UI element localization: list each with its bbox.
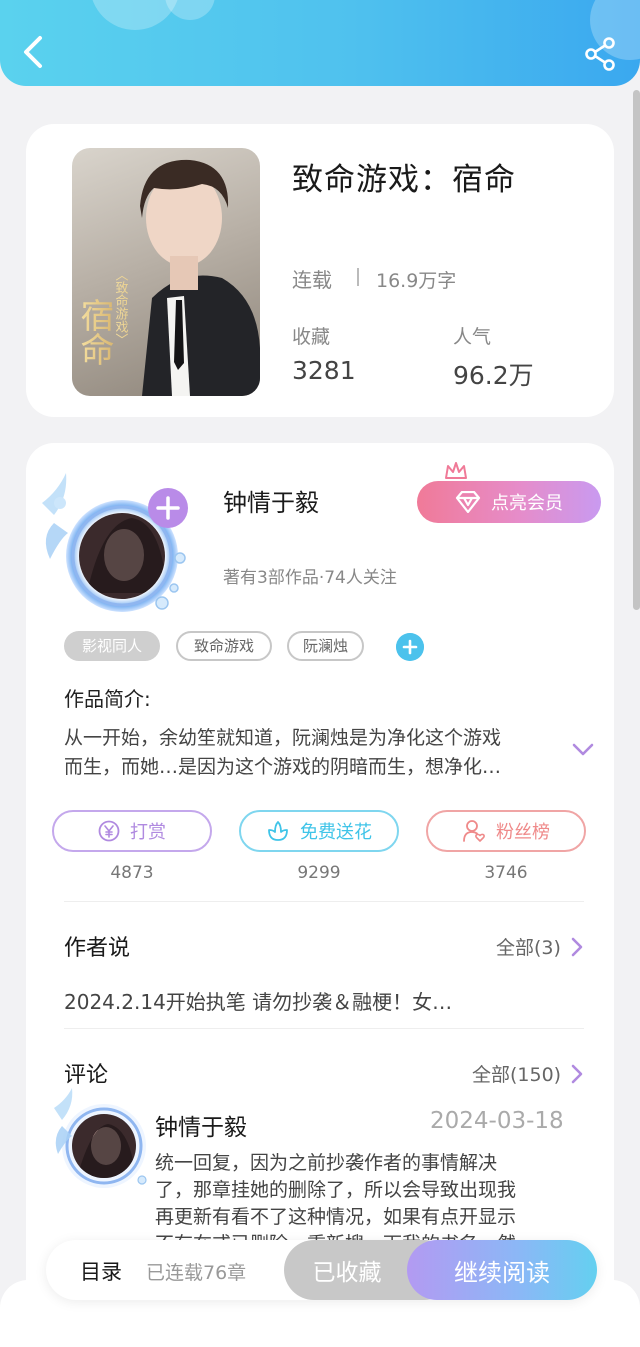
continue-reading-label: 继续阅读 (454, 1258, 550, 1287)
chapter-count: 已连载76章 (146, 1262, 247, 1284)
comments-see-all[interactable]: 全部(150) (472, 1060, 583, 1087)
send-flower-button-label: 免费送花 (300, 822, 372, 843)
author-note-text[interactable]: 2024.2.14开始执笔 请勿抄袭＆融梗！女… (64, 986, 452, 1015)
favorites-label: 收藏 (292, 326, 331, 348)
share-icon[interactable] (582, 36, 618, 72)
yuan-coin-icon (98, 820, 120, 842)
status-divider (357, 268, 359, 286)
comment-username[interactable]: 钟情于毅 (155, 1108, 247, 1142)
favorites-count: 3281 (292, 356, 356, 385)
book-title: 致命游戏：宿命 (292, 162, 516, 198)
intro-line: 从一开始，余幼笙就知道，阮澜烛是为净化这个游戏 (64, 727, 502, 749)
word-count: 16.9万字 (376, 270, 457, 292)
cover-artwork: 〈致命游戏〉 宿命 (74, 159, 260, 396)
bottom-action-bar: 目录 已连载76章 已收藏 继续阅读 (46, 1240, 597, 1300)
book-cover[interactable]: 〈致命游戏〉 宿命 (72, 148, 260, 396)
reward-button-label: 打赏 (130, 822, 166, 843)
tag-item[interactable]: 阮澜烛 (287, 631, 364, 661)
intro-line: 而生，而她…是因为这个游戏的阴暗而生，想净化… (64, 756, 502, 778)
vip-button-label: 点亮会员 (491, 493, 563, 514)
fan-ranking-button[interactable]: 粉丝榜 (426, 810, 586, 852)
continue-reading-button[interactable]: 继续阅读 (407, 1240, 597, 1300)
decorative-bubble (165, 0, 215, 20)
popularity-label: 人气 (453, 326, 492, 348)
vip-button[interactable]: 点亮会员 (417, 481, 601, 523)
comment-avatar[interactable] (46, 1086, 156, 1196)
comment-line: 统一回复，因为之前抄袭作者的事情解决 (155, 1152, 498, 1174)
cover-title-text: 宿命 (74, 298, 114, 366)
book-info-card: 〈致命游戏〉 宿命 致命游戏：宿命 连载 16.9万字 收藏 3281 人气 9… (26, 124, 614, 417)
follow-plus-icon[interactable] (148, 488, 188, 528)
author-note-see-all-label: 全部(3) (496, 937, 561, 959)
divider (64, 901, 584, 902)
comments-title: 评论 (64, 1063, 109, 1088)
comments-see-all-label: 全部(150) (472, 1064, 562, 1086)
book-detail-card: 钟情于毅 点亮会员 著有3部作品·74人关注 影视同人 致命游戏 阮澜烛 作品简… (26, 443, 614, 1347)
author-note-see-all[interactable]: 全部(3) (496, 933, 583, 960)
crown-icon (445, 462, 467, 479)
cover-subtitle-text: 〈致命游戏〉 (113, 268, 129, 346)
scrollbar-thumb[interactable] (633, 90, 640, 610)
author-name[interactable]: 钟情于毅 (223, 483, 319, 518)
tag-item[interactable]: 影视同人 (64, 631, 160, 661)
flower-count: 9299 (297, 863, 341, 883)
toc-button[interactable]: 目录 (80, 1256, 122, 1286)
book-status: 连载 (292, 268, 332, 292)
popularity-count: 96.2万 (453, 361, 534, 390)
intro-label: 作品简介: (64, 687, 151, 711)
fan-ranking-button-label: 粉丝榜 (496, 822, 550, 843)
comment-line: 了，那章挂她的删除了，所以会导致出现我 (155, 1179, 517, 1201)
fan-user-icon (463, 820, 485, 842)
divider (64, 1028, 584, 1029)
add-tag-icon[interactable] (396, 633, 424, 661)
chevron-right-icon (571, 937, 583, 956)
flower-icon (268, 821, 288, 841)
author-note-title: 作者说 (64, 936, 131, 961)
chevron-right-icon (571, 1064, 583, 1083)
collected-button-label: 已收藏 (312, 1260, 382, 1286)
back-arrow-icon[interactable] (20, 34, 50, 70)
comment-line: 再更新有看不了这种情况，如果有点开显示 (155, 1206, 517, 1228)
fan-ranking-count: 3746 (484, 863, 528, 883)
intro-text[interactable]: 从一开始，余幼笙就知道，阮澜烛是为净化这个游戏 而生，而她…是因为这个游戏的阴暗… (64, 724, 564, 782)
reward-count: 4873 (110, 863, 154, 883)
reward-button[interactable]: 打赏 (52, 810, 212, 852)
chevron-down-icon[interactable] (572, 743, 594, 757)
author-meta: 著有3部作品·74人关注 (223, 568, 397, 588)
author-avatar[interactable] (32, 463, 192, 613)
comment-date: 2024-03-18 (430, 1108, 564, 1134)
top-header (0, 0, 640, 86)
diamond-icon (455, 491, 481, 513)
tag-item[interactable]: 致命游戏 (176, 631, 272, 661)
send-flower-button[interactable]: 免费送花 (239, 810, 399, 852)
